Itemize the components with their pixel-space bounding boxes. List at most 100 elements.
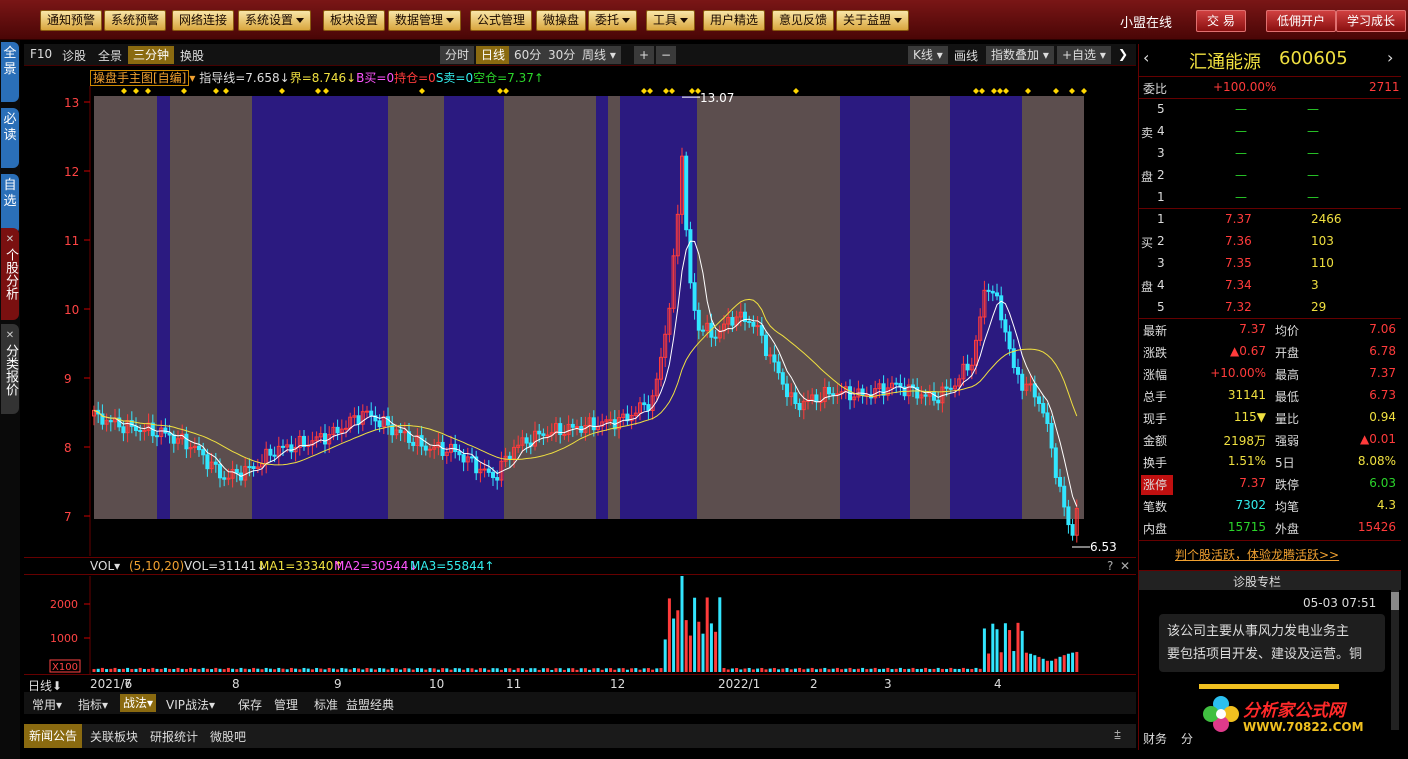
draw-line-button[interactable]: 画线 — [954, 47, 978, 64]
menu-item-7[interactable]: 微操盘 — [536, 10, 587, 31]
menu-item-6[interactable]: 公式管理 — [470, 10, 533, 31]
tab-panorama[interactable]: 全景 — [1, 42, 19, 102]
period-30min[interactable]: 30分 — [543, 46, 581, 64]
promo-link[interactable]: 判个股活跃，体验龙腾活跃>> — [1175, 546, 1339, 563]
analysis-tab[interactable]: 分 — [1181, 730, 1193, 747]
tab-watchlist[interactable]: 自选 — [1, 174, 19, 234]
menu-item-0[interactable]: 通知预警 — [40, 10, 103, 31]
menu-item-5[interactable]: 数据管理 — [388, 10, 462, 31]
close-icon[interactable]: ✕ — [1120, 559, 1130, 573]
volume-bar — [424, 669, 428, 672]
candle-body — [171, 434, 176, 444]
volume-bar — [579, 668, 583, 672]
volume-bar — [865, 669, 869, 672]
menu-item-9[interactable]: 工具 — [646, 10, 696, 31]
price-chart[interactable]: 13 12 11 10 9 8 7 13.07 6.53 — [24, 86, 1136, 556]
period-intraday[interactable]: 分时 — [440, 46, 475, 64]
quote-value: 1.51% — [1227, 454, 1266, 468]
prev-stock-icon[interactable]: ‹ — [1143, 48, 1149, 67]
volume-bar — [894, 668, 898, 672]
volume-bar — [814, 669, 818, 672]
common-tab[interactable]: 常用▾ — [32, 696, 62, 713]
candle-body — [222, 477, 227, 480]
vip-strategy-tab[interactable]: VIP战法▾ — [166, 696, 215, 713]
menu-item-3[interactable]: 系统设置 — [238, 10, 312, 31]
finance-tab[interactable]: 财务 — [1143, 730, 1167, 747]
column-scrollbar[interactable] — [1391, 590, 1399, 730]
period-daily[interactable]: 日线 — [476, 46, 511, 64]
next-stock-icon[interactable]: › — [1387, 48, 1393, 67]
volume-bar — [890, 669, 894, 672]
save-button[interactable]: 保存 — [238, 696, 262, 713]
volume-bar — [810, 667, 814, 672]
tab-stock-analysis[interactable]: ✕ 个股分析 — [1, 228, 19, 320]
kline-select[interactable]: K线 ▾ — [908, 46, 948, 64]
diagnose-button[interactable]: 诊股 — [62, 47, 86, 64]
tab-category-quote[interactable]: ✕ 分类报价 — [1, 324, 19, 414]
period-weekly-label: 周线 — [582, 48, 607, 62]
top-menu-bar: 通知预警 系统预警 网络连接 系统设置 板块设置 数据管理 公式管理 微操盘 委托 工具 用户精选 意… — [0, 0, 1408, 40]
index-overlay-select[interactable]: 指数叠加 ▾ — [986, 46, 1054, 64]
menu-item-1[interactable]: 系统预警 — [104, 10, 167, 31]
news-announcement-tab[interactable]: 新闻公告 — [24, 724, 83, 748]
menu-item-label: 板块设置 — [330, 13, 379, 27]
indicator-dropdown-icon[interactable]: ▾ — [189, 71, 195, 85]
manage-button[interactable]: 管理 — [274, 696, 298, 713]
volume-bar — [214, 667, 218, 672]
candle-body — [1041, 402, 1046, 414]
three-minute-button[interactable]: 三分钟 — [128, 46, 175, 64]
classic-button[interactable]: 益盟经典 — [346, 696, 394, 713]
panorama-button[interactable]: 全景 — [98, 47, 122, 64]
menu-item-10[interactable]: 用户精选 — [703, 10, 766, 31]
volume-bar — [848, 667, 852, 672]
indicator-select[interactable]: 操盘手主图[自编] — [90, 70, 190, 86]
zoom-in-button[interactable]: + — [634, 46, 655, 64]
volume-bar — [701, 633, 705, 672]
volume-bar — [205, 668, 209, 672]
close-icon[interactable]: ✕ — [1, 328, 19, 344]
help-icon[interactable]: ? — [1107, 559, 1113, 573]
volume-bar — [651, 669, 655, 672]
trade-button[interactable]: 交 易 — [1196, 10, 1246, 32]
stock-forum-tab[interactable]: 微股吧 — [210, 728, 246, 745]
menu-item-11[interactable]: 意见反馈 — [772, 10, 835, 31]
strategy-tab[interactable]: 战法▾ — [120, 694, 157, 712]
volume-select[interactable]: VOL▾ — [90, 559, 120, 573]
volume-bar — [189, 667, 193, 672]
indicator-tab[interactable]: 指标▾ — [78, 696, 108, 713]
menu-item-4[interactable]: 板块设置 — [323, 10, 386, 31]
signal-band — [910, 96, 950, 519]
close-icon[interactable]: ✕ — [1, 232, 19, 248]
candle-body — [1020, 373, 1025, 391]
learn-grow-button[interactable]: 学习成长 — [1336, 10, 1407, 32]
sell-level: 3 — [1157, 146, 1165, 160]
volume-bar — [96, 668, 100, 672]
research-stats-tab[interactable]: 研报统计 — [150, 728, 198, 745]
volume-bar — [403, 668, 407, 672]
volume-chart[interactable]: 2000 1000 X100 — [24, 576, 1136, 674]
open-account-button[interactable]: 低佣开户 — [1266, 10, 1337, 32]
expand-icon[interactable]: ⩲ — [1114, 728, 1121, 743]
menu-item-12[interactable]: 关于益盟 — [836, 10, 910, 31]
tab-must-read[interactable]: 必读 — [1, 108, 19, 168]
scrollbar-thumb[interactable] — [1391, 592, 1399, 610]
collapse-icon[interactable]: ❯ — [1118, 47, 1128, 61]
f10-button[interactable]: F10 — [30, 47, 52, 61]
candle-body — [642, 402, 647, 406]
weibi-label: 委比 — [1143, 82, 1168, 96]
standard-button[interactable]: 标准 — [314, 696, 338, 713]
menu-item-8[interactable]: 委托 — [588, 10, 638, 31]
x-axis: 日线⬇ 2021/6 7 8 9 10 11 12 2022/1 2 3 4 — [24, 674, 1136, 693]
menu-item-2[interactable]: 网络连接 — [172, 10, 235, 31]
period-60min[interactable]: 60分 — [509, 46, 547, 64]
column-bubble[interactable]: 该公司主要从事风力发电业务主 要包括项目开发、建设及运营。铜 — [1159, 614, 1385, 672]
period-weekly[interactable]: 周线 ▾ — [577, 46, 621, 64]
add-watchlist-select[interactable]: +自选 ▾ — [1057, 46, 1111, 64]
volume-bar — [344, 668, 348, 672]
switch-stock-button[interactable]: 换股 — [180, 47, 204, 64]
sell-level: 4 — [1157, 124, 1165, 138]
volume-bar — [109, 668, 113, 672]
related-sector-tab[interactable]: 关联板块 — [90, 728, 138, 745]
volume-bar — [1024, 652, 1028, 672]
zoom-out-button[interactable]: − — [656, 46, 677, 64]
